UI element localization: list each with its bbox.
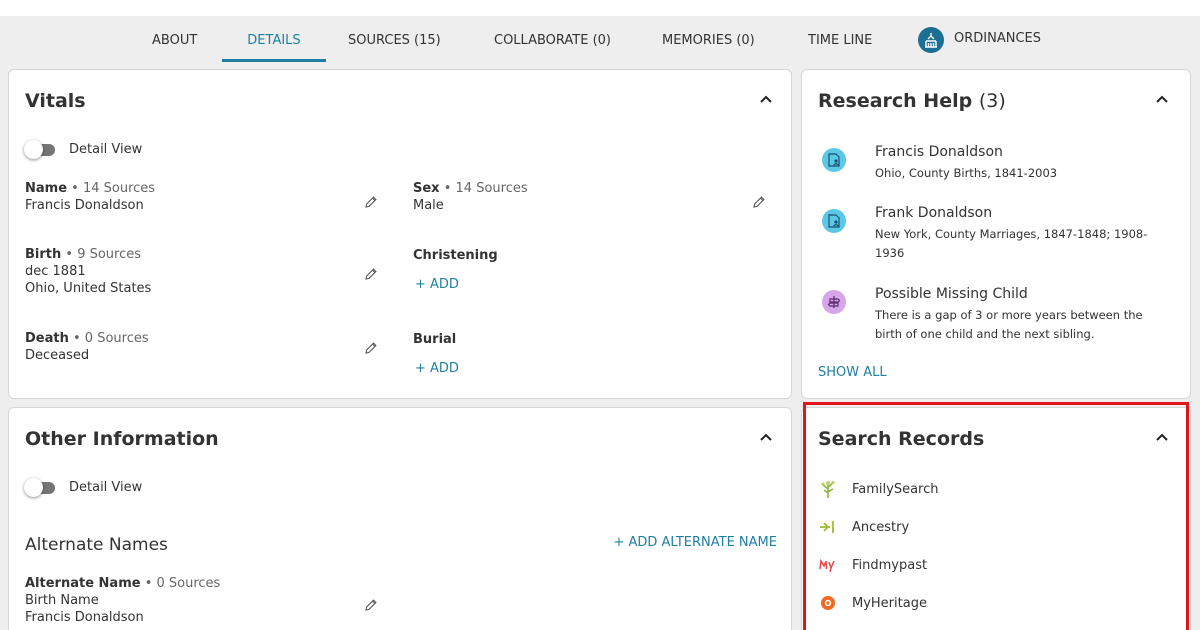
record-hint-icon: [822, 148, 846, 172]
field-sources: • 0 Sources: [73, 331, 149, 346]
alternate-name-field: Alternate Name • 0 Sources Birth Name Fr…: [25, 575, 220, 626]
ancestry-leaf-icon: [818, 517, 838, 537]
vitals-title: Vitals: [25, 90, 86, 112]
field-value: Deceased: [25, 348, 90, 363]
field-value: Francis Donaldson: [25, 610, 144, 625]
alternate-names-heading: Alternate Names: [25, 535, 168, 555]
tab-bar: ABOUT DETAILS SOURCES (15) COLLABORATE (…: [0, 16, 1200, 62]
edit-alternate-name-pencil-icon[interactable]: [364, 597, 378, 611]
edit-name-pencil-icon[interactable]: [364, 194, 378, 208]
edit-sex-pencil-icon[interactable]: [752, 194, 766, 208]
toggle-track: [24, 139, 55, 159]
tab-memories[interactable]: MEMORIES (0): [662, 16, 755, 62]
christening-field: Christening: [413, 247, 498, 264]
add-alternate-name-button[interactable]: + ADD ALTERNATE NAME: [613, 535, 777, 550]
field-value: Birth Name: [25, 593, 99, 608]
research-suggestion-desc: There is a gap of 3 or more years betwee…: [875, 308, 1143, 341]
show-all-link[interactable]: SHOW ALL: [818, 365, 887, 380]
research-hint-desc: New York, County Marriages, 1847-1848; 1…: [875, 227, 1148, 260]
research-help-title: Research Help (3): [818, 90, 1006, 112]
search-myheritage-link[interactable]: MyHeritage: [818, 592, 927, 614]
toggle-label: Detail View: [69, 480, 143, 495]
research-hint-title: Francis Donaldson: [875, 144, 1003, 160]
field-label: Death: [25, 331, 69, 346]
vitals-detail-view-toggle[interactable]: Detail View: [24, 139, 143, 159]
research-help-count: (3): [978, 90, 1006, 112]
tab-details[interactable]: DETAILS: [222, 16, 326, 62]
toggle-track: [24, 477, 55, 497]
field-label: Sex: [413, 181, 440, 196]
field-label: Birth: [25, 247, 62, 262]
search-record-name: Ancestry: [852, 519, 910, 535]
search-records-card: Search Records FamilySearch Ancestry Fin…: [801, 407, 1191, 630]
tab-ordinances[interactable]: ORDINANCES: [918, 16, 1041, 62]
research-help-title-text: Research Help: [818, 90, 973, 112]
search-records-title: Search Records: [818, 428, 985, 450]
field-label: Alternate Name: [25, 576, 141, 591]
toggle-knob: [24, 139, 43, 159]
search-record-name: MyHeritage: [852, 595, 927, 611]
research-suggestion-icon: [822, 290, 846, 314]
search-findmypast-link[interactable]: Findmypast: [818, 554, 927, 576]
toggle-label: Detail View: [69, 142, 143, 157]
field-value: Male: [413, 198, 444, 213]
tab-sources[interactable]: SOURCES (15): [348, 16, 441, 62]
research-hint-desc: Ohio, County Births, 1841-2003: [875, 166, 1058, 180]
field-value: Ohio, United States: [25, 281, 152, 296]
myheritage-logo-icon: [818, 593, 838, 613]
collapse-vitals-icon[interactable]: [756, 90, 776, 110]
field-label: Name: [25, 181, 68, 196]
field-value: dec 1881: [25, 264, 86, 279]
death-field: Death • 0 Sources Deceased: [25, 330, 149, 364]
add-burial-button[interactable]: + ADD: [415, 361, 459, 376]
field-value: Francis Donaldson: [25, 198, 144, 213]
tab-timeline[interactable]: TIME LINE: [808, 16, 872, 62]
search-record-name: Findmypast: [852, 557, 928, 573]
research-hint-item[interactable]: Frank Donaldson New York, County Marriag…: [818, 205, 1178, 265]
collapse-research-help-icon[interactable]: [1152, 90, 1172, 110]
field-label: Burial: [413, 332, 457, 347]
tab-ordinances-label: ORDINANCES: [954, 31, 1041, 46]
sex-field: Sex • 14 Sources Male: [413, 180, 528, 214]
familysearch-tree-icon: [818, 479, 838, 499]
research-suggestion-item[interactable]: Possible Missing Child There is a gap of…: [818, 286, 1178, 346]
collapse-search-records-icon[interactable]: [1152, 428, 1172, 448]
tab-about[interactable]: ABOUT: [152, 16, 197, 62]
name-field: Name • 14 Sources Francis Donaldson: [25, 180, 155, 214]
search-ancestry-link[interactable]: Ancestry: [818, 516, 909, 538]
search-record-name: FamilySearch: [852, 481, 939, 497]
record-hint-icon: [822, 209, 846, 233]
findmypast-logo-icon: [818, 555, 838, 575]
field-sources: • 0 Sources: [144, 576, 221, 591]
toggle-knob: [24, 477, 43, 497]
collapse-other-information-icon[interactable]: [756, 428, 776, 448]
search-familysearch-link[interactable]: FamilySearch: [818, 478, 939, 500]
other-information-title: Other Information: [25, 428, 219, 450]
research-hint-title: Frank Donaldson: [875, 205, 993, 221]
research-suggestion-title: Possible Missing Child: [875, 286, 1028, 302]
other-info-detail-view-toggle[interactable]: Detail View: [24, 477, 143, 497]
burial-field: Burial: [413, 331, 456, 348]
birth-field: Birth • 9 Sources dec 1881 Ohio, United …: [25, 246, 151, 297]
tab-collaborate[interactable]: COLLABORATE (0): [494, 16, 611, 62]
field-sources: • 14 Sources: [71, 181, 156, 196]
edit-death-pencil-icon[interactable]: [364, 340, 378, 354]
research-hint-item[interactable]: Francis Donaldson Ohio, County Births, 1…: [818, 144, 1178, 194]
temple-icon: [918, 27, 944, 53]
field-sources: • 14 Sources: [443, 181, 528, 196]
other-information-card: Other Information Detail View Alternate …: [8, 407, 792, 630]
edit-birth-pencil-icon[interactable]: [364, 266, 378, 280]
vitals-card: Vitals Detail View Name • 14 Sources Fra…: [8, 69, 792, 399]
research-help-card: Research Help (3) Francis Donaldson Ohio…: [801, 69, 1191, 399]
field-label: Christening: [413, 248, 498, 263]
add-christening-button[interactable]: + ADD: [415, 277, 459, 292]
field-sources: • 9 Sources: [65, 247, 142, 262]
